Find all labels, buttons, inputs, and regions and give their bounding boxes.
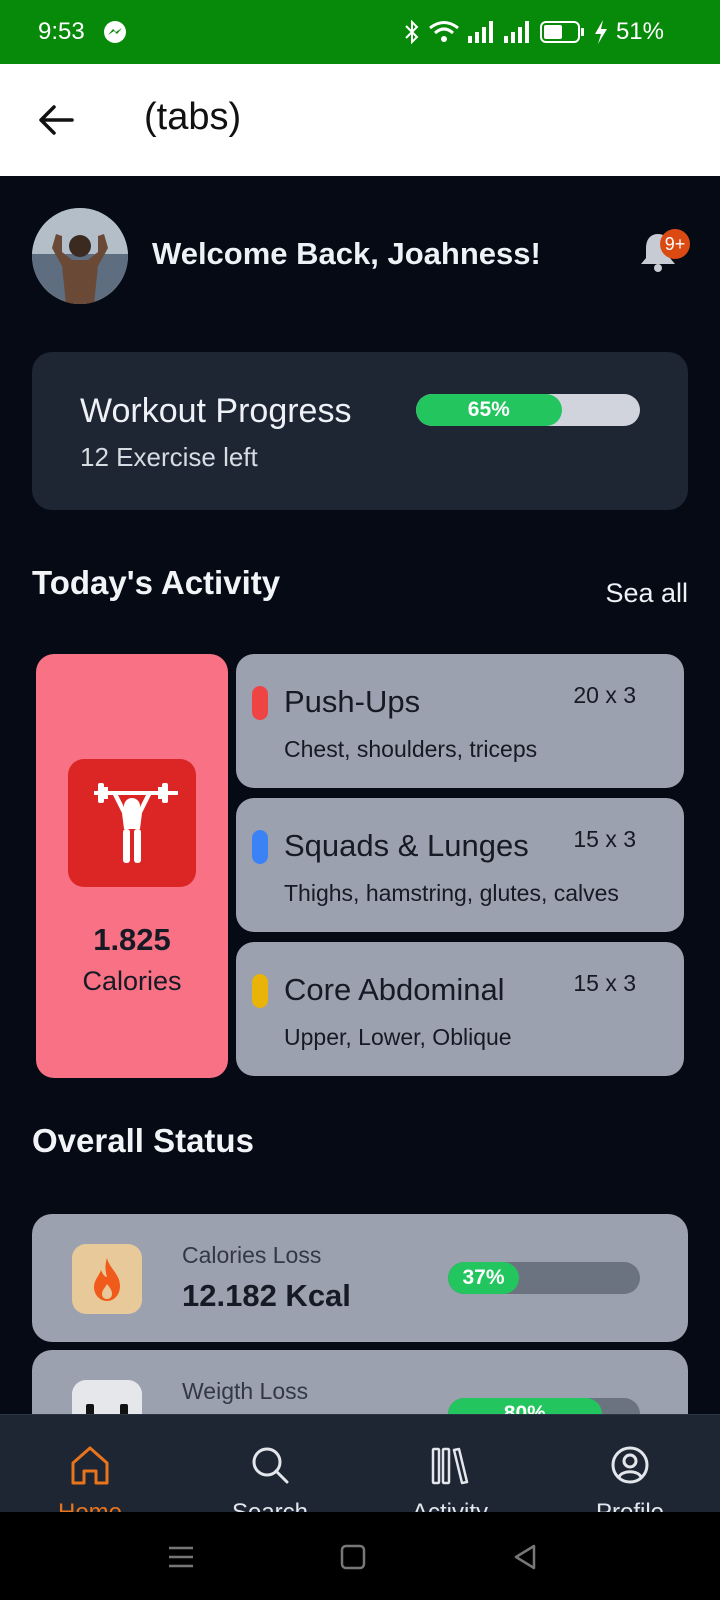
calories-card[interactable]: 1.825 Calories [36, 654, 228, 1078]
battery-icon [539, 21, 584, 43]
signal-icon [467, 21, 493, 43]
status-icons: 51% [404, 16, 664, 48]
exercise-sets: 20 x 3 [573, 682, 636, 708]
exercise-muscles: Thighs, hamstring, glutes, calves [284, 880, 619, 906]
workout-progress-bar: 65% [416, 394, 640, 426]
exercise-name: Push-Ups [284, 684, 421, 719]
weight-loss-progress: 80% [448, 1398, 640, 1414]
workout-progress-title: Workout Progress [80, 392, 352, 430]
weightlifting-icon [68, 759, 196, 887]
tab-profile[interactable]: Profile [540, 1415, 720, 1512]
clock: 9:53 [38, 18, 85, 45]
weight-loss-card[interactable]: Weigth Loss 80% [32, 1350, 688, 1414]
exercise-sets: 15 x 3 [573, 970, 636, 996]
system-status-bar: 9:53 51% [0, 0, 720, 64]
exercise-sets: 15 x 3 [573, 826, 636, 852]
flame-icon [72, 1244, 142, 1314]
avatar[interactable] [32, 208, 128, 304]
status-value: 12.182 Kcal [182, 1278, 351, 1313]
home-icon [71, 1446, 109, 1485]
exercise-card-push-ups[interactable]: Push-Ups 20 x 3 Chest, shoulders, tricep… [236, 654, 684, 788]
home-square-icon[interactable] [338, 1542, 368, 1572]
tab-label: Home [0, 1499, 180, 1512]
charging-icon [594, 20, 607, 44]
workout-progress-card[interactable]: Workout Progress 12 Exercise left 65% [32, 352, 688, 510]
messenger-icon [104, 21, 126, 43]
bottom-tab-bar: Home Search Activity Profile [0, 1414, 720, 1512]
bluetooth-icon [405, 19, 419, 45]
exercises-left: 12 Exercise left [80, 442, 258, 472]
todays-activity-title: Today's Activity [32, 564, 281, 601]
status-label: Weigth Loss [182, 1378, 309, 1404]
profile-icon [611, 1446, 649, 1484]
exercise-color-dot [252, 830, 268, 864]
search-icon [252, 1447, 289, 1484]
overall-status-title: Overall Status [32, 1122, 254, 1159]
back-arrow-icon[interactable] [36, 100, 76, 140]
progress-percent: 80% [503, 1402, 546, 1414]
library-icon [431, 1447, 469, 1485]
tab-label: Profile [540, 1499, 720, 1512]
avatar-photo [32, 208, 128, 304]
exercise-muscles: Chest, shoulders, triceps [284, 736, 538, 762]
calories-loss-card[interactable]: Calories Loss 12.182 Kcal 37% [32, 1214, 688, 1342]
scale-icon [72, 1380, 142, 1414]
calories-value: 1.825 [93, 922, 171, 957]
exercise-muscles: Upper, Lower, Oblique [284, 1024, 512, 1050]
battery-percent: 51% [615, 18, 664, 45]
notification-badge: 9+ [660, 229, 690, 259]
exercise-name: Squads & Lunges [284, 828, 529, 863]
menu-icon[interactable] [166, 1542, 196, 1572]
calories-label: Calories [82, 966, 182, 996]
welcome-message: Welcome Back, Joahness! [152, 236, 541, 271]
see-all-link[interactable]: Sea all [605, 578, 688, 609]
wifi-icon [429, 21, 459, 42]
exercise-color-dot [252, 686, 268, 720]
page-title: (tabs) [144, 96, 242, 138]
exercise-card-core-abdominal[interactable]: Core Abdominal 15 x 3 Upper, Lower, Obli… [236, 942, 684, 1076]
exercise-color-dot [252, 974, 268, 1008]
system-nav-bar [0, 1512, 720, 1600]
tab-label: Search [180, 1499, 360, 1512]
back-triangle-icon[interactable] [510, 1542, 540, 1572]
tab-activity[interactable]: Activity [360, 1415, 540, 1512]
progress-percent: 65% [467, 398, 510, 421]
tab-label: Activity [360, 1499, 540, 1512]
signal-icon-2 [503, 21, 529, 43]
progress-percent: 37% [462, 1266, 505, 1289]
main-content[interactable]: Welcome Back, Joahness! 9+ Workout Progr… [0, 176, 720, 1414]
tab-search[interactable]: Search [180, 1415, 360, 1512]
tab-home[interactable]: Home [0, 1415, 180, 1512]
calories-loss-progress: 37% [448, 1262, 640, 1294]
exercise-name: Core Abdominal [284, 972, 505, 1007]
app-bar: (tabs) [0, 64, 720, 176]
status-label: Calories Loss [182, 1242, 322, 1268]
exercise-card-squads-lunges[interactable]: Squads & Lunges 15 x 3 Thighs, hamstring… [236, 798, 684, 932]
